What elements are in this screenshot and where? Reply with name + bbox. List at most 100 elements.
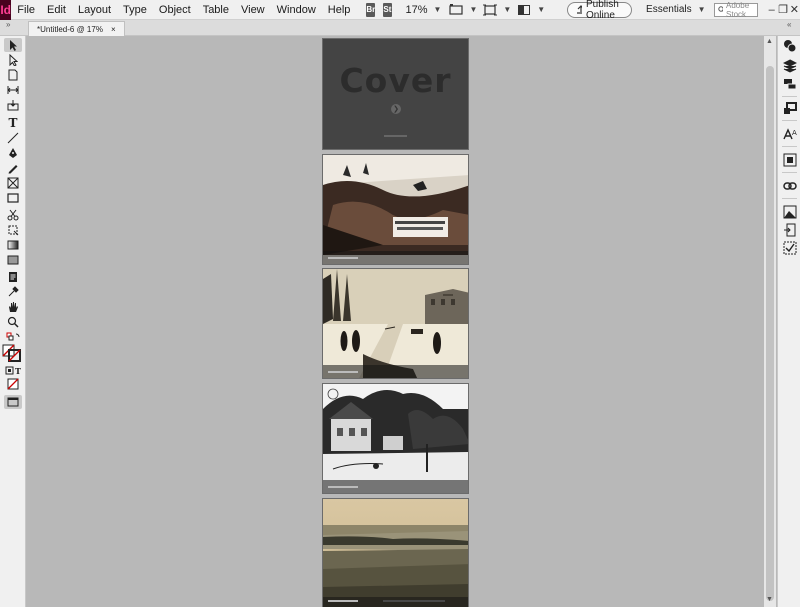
rectangle-frame-tool-icon[interactable] [4, 176, 22, 190]
svg-text:T: T [15, 366, 21, 376]
vertical-scrollbar[interactable]: ▲ ▼ [764, 36, 776, 607]
image-panel-icon[interactable] [781, 204, 798, 219]
panel-separator [782, 120, 797, 121]
caption-line [328, 600, 358, 602]
zoom-level[interactable]: 17% [406, 4, 428, 16]
selection-tool-icon[interactable] [4, 38, 22, 52]
panel-separator [782, 172, 797, 173]
document-tab[interactable]: *Untitled-6 @ 17% × [28, 21, 125, 36]
document-tab-title: *Untitled-6 @ 17% [37, 24, 103, 34]
close-icon[interactable]: ✕ [789, 0, 800, 20]
panels-dock: « A [777, 20, 800, 607]
menu-edit[interactable]: Edit [41, 0, 72, 20]
stock-button[interactable]: St [383, 2, 392, 17]
restore-icon[interactable]: ❐ [777, 0, 788, 20]
free-transform-tool-icon[interactable] [4, 223, 22, 237]
cover-page[interactable]: Cover ❯ [322, 38, 469, 150]
menu-window[interactable]: Window [271, 0, 322, 20]
river-photo [323, 499, 468, 607]
content-collector-tool-icon[interactable] [4, 98, 22, 112]
formatting-container-icon[interactable]: T [4, 364, 22, 378]
caption-line [328, 257, 358, 259]
scroll-thumb[interactable] [766, 66, 774, 601]
pen-tool-icon[interactable] [4, 146, 22, 160]
menu-view[interactable]: View [235, 0, 271, 20]
adobe-stock-search-input[interactable]: Adobe Stock [713, 0, 759, 19]
gradient-feather-tool-icon[interactable] [4, 253, 22, 267]
publish-icon [577, 4, 582, 14]
cover-next-arrow-icon: ❯ [391, 104, 401, 114]
menu-help[interactable]: Help [322, 0, 357, 20]
note-tool-icon[interactable] [4, 270, 22, 284]
menu-bar: Id File Edit Layout Type Object Table Vi… [0, 0, 800, 21]
scroll-up-icon[interactable]: ▲ [766, 38, 773, 45]
photo-page-river[interactable] [322, 498, 469, 607]
arrange-documents-icon[interactable] [517, 3, 531, 17]
collapse-tools-icon[interactable]: » [6, 20, 10, 29]
zoom-tool-icon[interactable] [4, 315, 22, 329]
pages-panel-icon[interactable] [781, 38, 798, 53]
hand-tool-icon[interactable] [4, 300, 22, 314]
cover-title: Cover [339, 61, 452, 100]
menu-layout[interactable]: Layout [72, 0, 117, 20]
scroll-down-icon[interactable]: ▼ [766, 596, 773, 603]
minimize-icon[interactable]: – [766, 0, 777, 20]
photo-page-trees[interactable] [322, 383, 469, 494]
normal-view-mode-icon[interactable] [4, 395, 22, 409]
gap-tool-icon[interactable] [4, 83, 22, 97]
workspace-switcher[interactable]: Essentials ▼ [646, 4, 706, 15]
photo-page-crowd[interactable] [322, 154, 469, 265]
menu-type[interactable]: Type [117, 0, 153, 20]
fill-stroke-swatch-icon[interactable] [2, 344, 22, 362]
menu-file[interactable]: File [11, 0, 41, 20]
character-styles-panel-icon[interactable]: A [781, 126, 798, 141]
menu-object[interactable]: Object [153, 0, 197, 20]
stroke-panel-icon[interactable] [781, 101, 798, 116]
export-panel-icon[interactable] [781, 222, 798, 237]
links-panel-icon[interactable] [781, 76, 798, 91]
page-tool-icon[interactable] [4, 68, 22, 82]
direct-selection-tool-icon[interactable] [4, 53, 22, 67]
hyperlinks-panel-icon[interactable] [781, 178, 798, 193]
panel-separator [782, 96, 797, 97]
menu-table[interactable]: Table [197, 0, 235, 20]
caption-bar [323, 597, 468, 607]
publish-online-button[interactable]: Publish Online [567, 0, 633, 21]
pencil-tool-icon[interactable] [4, 161, 22, 175]
preflight-panel-icon[interactable] [781, 240, 798, 255]
type-tool-icon[interactable]: T [4, 116, 22, 130]
rectangle-tool-icon[interactable] [4, 191, 22, 205]
svg-text:A: A [792, 129, 797, 137]
arrange-chevron-icon[interactable]: ▼ [537, 5, 545, 14]
view-options-icon[interactable] [483, 3, 498, 17]
text-wrap-panel-icon[interactable] [781, 152, 798, 167]
app-logo: Id [0, 0, 12, 20]
search-placeholder: Adobe Stock [726, 0, 750, 19]
search-icon [717, 5, 724, 12]
screen-mode-icon[interactable] [449, 3, 464, 17]
workspace-label: Essentials [646, 4, 692, 15]
caption-line [328, 486, 358, 488]
trees-photo [323, 384, 468, 493]
screen-mode-chevron-icon[interactable]: ▼ [469, 5, 477, 14]
layers-panel-icon[interactable] [781, 58, 798, 73]
tab-close-icon[interactable]: × [111, 25, 116, 34]
publish-online-label: Publish Online [585, 0, 619, 21]
expand-panels-icon[interactable]: « [787, 20, 791, 29]
default-colors-icon[interactable] [4, 330, 22, 344]
bridge-button[interactable]: Br [366, 2, 376, 17]
line-tool-icon[interactable] [4, 131, 22, 145]
workspace-chevron-icon: ▼ [697, 5, 706, 14]
street-photo [323, 269, 468, 378]
tools-panel: » T T [0, 20, 26, 607]
gradient-swatch-tool-icon[interactable] [4, 238, 22, 252]
apply-none-icon[interactable] [4, 377, 22, 391]
photo-page-street[interactable] [322, 268, 469, 379]
document-tab-row: *Untitled-6 @ 17% × [0, 20, 800, 36]
cover-underline [384, 135, 407, 137]
zoom-chevron-icon[interactable]: ▼ [434, 5, 442, 14]
scissors-tool-icon[interactable] [4, 208, 22, 222]
eyedropper-tool-icon[interactable] [4, 285, 22, 299]
panel-separator [782, 146, 797, 147]
view-options-chevron-icon[interactable]: ▼ [503, 5, 511, 14]
